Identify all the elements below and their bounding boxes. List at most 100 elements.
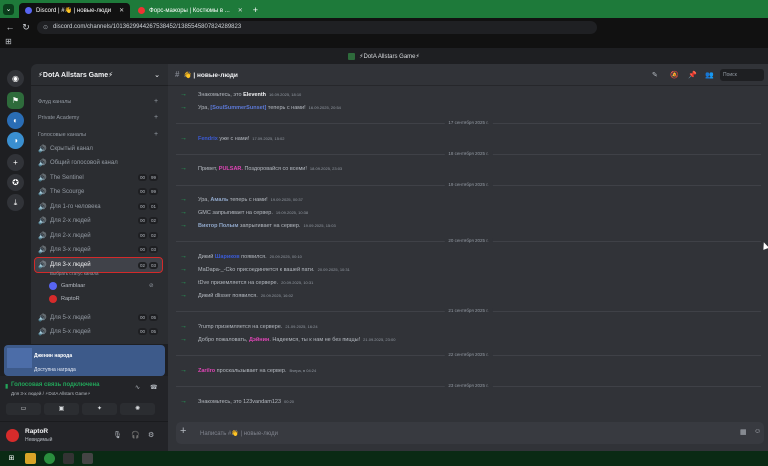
microphone-icon[interactable]: 🎙 <box>113 431 122 439</box>
category-voice[interactable]: Голосовые каналы + <box>38 131 158 138</box>
message-username[interactable]: 123vandam123 <box>243 399 281 405</box>
voice-channel[interactable]: 🔊 Скрытый канал <box>35 142 162 155</box>
close-icon[interactable]: ✕ <box>238 7 243 14</box>
message-composer[interactable]: + Написать #👋 | новые-люди ▦ ☺ <box>176 422 764 444</box>
add-channel-icon[interactable]: + <box>154 98 158 105</box>
gear-icon[interactable]: ⚙ <box>148 431 154 439</box>
message-username[interactable]: PULSAR. <box>219 166 243 172</box>
camera-button[interactable]: ▭ <box>6 403 41 415</box>
explore-icon[interactable]: ✪ <box>7 174 24 191</box>
folder-icon[interactable] <box>25 453 36 464</box>
voice-channel[interactable]: 🔊 Для 5-х людей 00 05 <box>35 325 162 338</box>
start-icon[interactable]: ⊞ <box>6 453 17 464</box>
message-username[interactable]: dlisser <box>215 293 231 299</box>
youtube-favicon-icon <box>138 7 146 14</box>
system-message[interactable]: → Дикий Шариков появился. 20.09.2025, 00:… <box>180 253 302 260</box>
message-username[interactable]: Дэйнин <box>249 337 269 343</box>
message-username[interactable]: Амаль <box>210 197 228 203</box>
system-message[interactable]: → MaDapa-_-Cko присоединяется к вашей па… <box>180 266 350 273</box>
apps-grid-icon[interactable]: ⊞ <box>5 37 12 46</box>
pin-icon[interactable]: 📌 <box>688 71 697 79</box>
chevron-down-icon[interactable]: ⌄ <box>154 71 160 79</box>
search-input[interactable]: Поиск <box>720 69 764 81</box>
download-icon[interactable]: ⤓ <box>7 194 24 211</box>
voice-channel[interactable]: 🔊 Для 1-го человека 00 01 <box>35 200 162 213</box>
browser-tab-discord[interactable]: Discord | #👋 | новые-люди ✕ <box>19 3 131 18</box>
discord-home-icon[interactable]: ◉ <box>7 70 24 87</box>
voice-channel-path[interactable]: Для 3-х людей / ⚡DotA Allstars Game⚡ <box>11 391 91 397</box>
voice-channel[interactable]: 🔊 Общий голосовой канал <box>35 156 162 169</box>
voice-channel-selected[interactable]: 🔊 Для 3-х людей 02 03 <box>34 257 163 273</box>
message-username[interactable]: MaDapa-_-Cko <box>198 267 235 273</box>
back-icon[interactable]: ← <box>5 22 15 32</box>
voice-channel[interactable]: 🔊 The Sentinel 00 99 <box>35 171 162 184</box>
server-icon[interactable]: ◑ <box>7 132 24 149</box>
message-username[interactable]: Fendrix <box>198 136 218 142</box>
system-message[interactable]: → Дикий dlisser появился. 20.09.2025, 16:… <box>180 292 293 299</box>
emoji-icon[interactable]: ☺ <box>754 428 761 435</box>
activities-button[interactable]: ✦ <box>82 403 117 415</box>
voice-channel[interactable]: 🔊 Для 2-х людей 00 02 <box>35 229 162 242</box>
message-username[interactable]: Eleventh <box>243 92 266 98</box>
message-username[interactable]: tDve <box>198 280 209 286</box>
server-icon[interactable]: ◐ <box>7 112 24 129</box>
system-message[interactable]: → GMC запрыгивает на сервер. 19.09.2025, … <box>180 209 308 216</box>
add-server-icon[interactable]: + <box>7 154 24 171</box>
gift-icon[interactable]: ▦ <box>740 428 747 436</box>
voice-member[interactable]: Gamblaar ⊘ <box>49 282 154 290</box>
system-message[interactable]: → Ура, [SoulSummerSunset] теперь с нами!… <box>180 104 341 111</box>
voice-channel[interactable]: 🔊 The Scourge 00 99 <box>35 185 162 198</box>
reload-icon[interactable]: ↻ <box>21 22 31 33</box>
voice-channel[interactable]: 🔊 Для 5-х людей 00 05 <box>35 311 162 324</box>
username[interactable]: RaptoR <box>25 428 48 435</box>
signal-icon[interactable]: ▮ <box>5 383 8 390</box>
system-message[interactable]: → Ура, Амаль теперь с нами! 19.09.2025, 0… <box>180 196 303 203</box>
screen-share-button[interactable]: ▣ <box>44 403 79 415</box>
attach-plus-icon[interactable]: + <box>180 425 186 437</box>
new-tab-button[interactable]: + <box>253 5 258 18</box>
message-username[interactable]: [SoulSummerSunset] <box>210 105 266 111</box>
category-flood[interactable]: Флуд каналы + <box>38 98 158 105</box>
message-username[interactable]: Zarilro <box>198 368 215 374</box>
voice-channel[interactable]: 🔊 Для 3-х людей 00 03 <box>35 243 162 256</box>
add-channel-icon[interactable]: + <box>154 131 158 138</box>
message-username[interactable]: ?rump <box>198 324 214 330</box>
voice-channel[interactable]: 🔊 Для 2-х людей 00 02 <box>35 214 162 227</box>
browser-tab-forsmajor[interactable]: Форс-мажоры | Костюмы в ... ✕ <box>132 3 249 18</box>
url-field[interactable]: ⊙ discord.com/channels/10136299442675384… <box>37 20 597 34</box>
noise-suppression-icon[interactable]: ∿ <box>135 384 140 391</box>
voice-member[interactable]: RaptoR <box>49 295 80 303</box>
message-username[interactable]: GMC <box>198 210 211 216</box>
chrome-icon[interactable] <box>44 453 55 464</box>
disconnect-icon[interactable]: ☎ <box>150 384 157 391</box>
tab-search-button[interactable]: ⌄ <box>3 4 14 15</box>
headphones-icon[interactable]: 🎧 <box>131 431 140 439</box>
system-message[interactable]: → Знакомьтесь, это 123vandam123 00:20 <box>180 398 294 405</box>
threads-icon[interactable]: ✎ <box>652 71 658 79</box>
system-message[interactable]: → Виктор Полым запрыгивает на сервер. 19.… <box>180 222 336 229</box>
message-username[interactable]: Виктор Полым <box>198 223 238 229</box>
category-private-academy[interactable]: Private Academy + <box>38 114 158 121</box>
members-icon[interactable]: 👥 <box>705 71 714 79</box>
message-username[interactable]: Шариков <box>215 254 240 260</box>
system-message[interactable]: → Знакомьтесь, это Eleventh 16.09.2025, 1… <box>180 91 301 98</box>
site-info-icon[interactable]: ⊙ <box>43 24 48 31</box>
activity-card[interactable]: Дженин народа Доступна награда <box>4 345 165 376</box>
system-message[interactable]: → Привет, PULSAR. Поздоровайся со всеми!… <box>180 165 342 172</box>
app-icon[interactable] <box>63 453 74 464</box>
system-message[interactable]: → Fendrix уже с нами! 17.09.2025, 15:02 <box>180 135 285 142</box>
game-icon[interactable] <box>82 453 93 464</box>
channel-status-hint[interactable]: Выбрать статус канала <box>50 271 99 276</box>
notification-bell-icon[interactable]: 🔕 <box>670 71 679 79</box>
close-icon[interactable]: ✕ <box>119 7 124 14</box>
avatar[interactable] <box>6 429 19 442</box>
soundboard-button[interactable]: ✺ <box>120 403 155 415</box>
server-name-header[interactable]: ⚡DotA Allstars Game⚡ ⌄ <box>31 64 168 86</box>
add-channel-icon[interactable]: + <box>154 114 158 121</box>
system-message[interactable]: → Добро пожаловать, Дэйнин. Надеемся, ты… <box>180 336 395 343</box>
system-message[interactable]: → tDve приземляется на сервере. 20.09.202… <box>180 279 313 286</box>
server-dota-icon[interactable]: ⚑ <box>7 92 24 109</box>
system-message[interactable]: → Zarilro проскальзывает на сервер. Вчера… <box>180 367 316 374</box>
voice-status[interactable]: Голосовая связь подключена <box>11 382 99 388</box>
system-message[interactable]: → ?rump приземляется на сервере. 21.09.20… <box>180 323 318 330</box>
